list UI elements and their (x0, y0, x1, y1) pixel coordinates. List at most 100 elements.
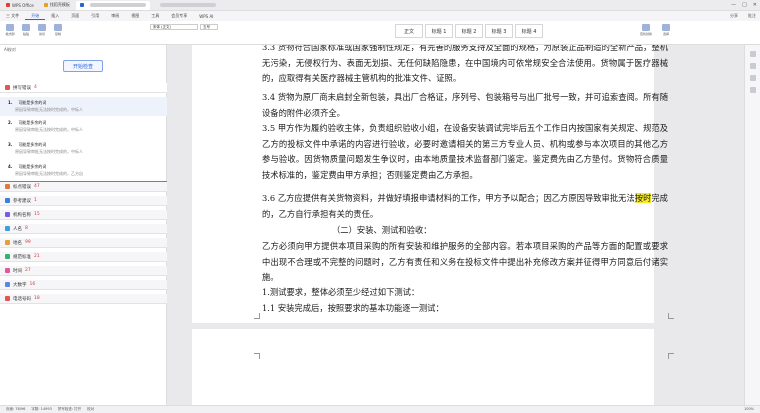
paragraph[interactable]: 1.1 安装完成后，按照要求的基本功能逐一测试： (262, 301, 668, 317)
paragraph[interactable]: 乙方必须向甲方提供本项目采购的所有安装和维护服务的全部内容。若本项目采购的产品等… (262, 239, 668, 286)
paste-button[interactable]: 粘贴 (20, 24, 32, 36)
right-toolbar (744, 45, 760, 405)
page-margin-mark (668, 313, 674, 319)
style-normal[interactable]: 正文 (395, 24, 423, 38)
select-icon (662, 24, 670, 31)
menu-wps-ai[interactable]: WPS AI (193, 14, 219, 19)
category-suggestion[interactable]: 参考建议 1 (0, 196, 167, 206)
close-icon[interactable]: ✕ (753, 2, 757, 8)
spell-check-status[interactable]: 拼写检查: 打开 (58, 407, 81, 412)
menu-home[interactable]: 开始 (25, 13, 46, 20)
proofreading-panel: AI校对 开始检查 拼写错误 4 1. 可能是多余的词 原因导致审批无法按时完成的… (0, 45, 167, 405)
style-heading-1[interactable]: 标题 1 (425, 24, 453, 38)
format-painter-button[interactable]: 格式刷 (4, 24, 16, 36)
menu-file[interactable]: 三 文件 (0, 13, 25, 19)
tab-document-2[interactable] (152, 1, 220, 10)
page-indicator[interactable]: 页面: 78/96 (6, 407, 25, 412)
person-icon (5, 226, 10, 231)
wps-logo-icon (6, 3, 10, 7)
list-item[interactable]: 1. 可能是多余的词 原因导致审批无法按时完成的，中标人 (0, 97, 167, 116)
menu-insert[interactable]: 插入 (45, 13, 65, 19)
document-title-redacted (89, 3, 146, 7)
window-controls: — □ ✕ (731, 2, 757, 8)
tab-wps-office[interactable]: WPS Office (2, 1, 38, 10)
comment-button[interactable]: 批注 (748, 13, 756, 19)
organization-icon (5, 212, 10, 217)
paragraph[interactable]: 3.3 货物符合国家标准或国家强制性规定，有完善的服务支持及全面的规格，为原装正… (262, 45, 668, 87)
menu-tools[interactable]: 工具 (145, 13, 165, 19)
select-button[interactable]: 选择 (660, 24, 672, 36)
copy-button[interactable]: 复制 (52, 24, 64, 36)
cut-button[interactable]: 剪切 (36, 24, 48, 36)
section-heading[interactable]: （二）安装、测试和验收： (332, 223, 738, 239)
paste-icon (22, 24, 30, 31)
location-icon (5, 240, 10, 245)
menu-reference[interactable]: 引用 (85, 13, 105, 19)
panel-title: AI校对 (4, 47, 16, 52)
menu-page[interactable]: 页面 (65, 13, 85, 19)
document-page[interactable]: 3.3 货物符合国家标准或国家强制性规定，有完善的服务支持及全面的规格，为原装正… (192, 45, 674, 323)
paragraph[interactable]: 3.4 货物为原厂商未启封全新包装，具出厂合格证，序列号、包装箱号与出厂批号一致… (262, 90, 668, 121)
style-heading-4[interactable]: 标题 4 (515, 24, 543, 38)
document-canvas[interactable]: 3.3 货物符合国家标准或国家强制性规定，有完善的服务支持及全面的规格，为原装正… (168, 45, 760, 405)
clock-icon (5, 268, 10, 273)
settings-icon[interactable] (749, 87, 756, 93)
proofread-status[interactable]: 校对 (87, 407, 94, 412)
comment-icon[interactable] (749, 51, 756, 57)
paragraph[interactable]: 1.测试要求，整体必须至少经过如下测试： (262, 285, 668, 301)
find-replace-button[interactable]: 查找替换 (640, 24, 652, 36)
paragraph[interactable]: 3.6 乙方应提供有关货物资料，并做好填报申请材料的工作，甲方予以配合；因乙方原… (262, 191, 668, 222)
page-margin-mark (254, 353, 260, 359)
category-organization[interactable]: 机构名称 15 (0, 210, 167, 220)
tab-document[interactable] (75, 0, 150, 10)
category-punctuation[interactable]: 标点错误 47 (0, 182, 167, 192)
phone-icon (5, 296, 10, 301)
cut-icon (38, 24, 46, 31)
page-margin-mark (254, 313, 260, 319)
font-size-select[interactable]: 五号 (200, 24, 218, 30)
menu-view[interactable]: 视图 (125, 13, 145, 19)
suggestion-icon (5, 198, 10, 203)
page-margin-mark (668, 353, 674, 359)
minimize-icon[interactable]: — (731, 2, 736, 8)
share-button[interactable]: 分享 (730, 13, 738, 19)
paragraph[interactable]: 3.5 甲方作为履约验收主体，负责组织验收小组，在设备安装调试完毕后五个工作日内… (262, 121, 668, 183)
category-phone[interactable]: 电话号码 18 (0, 294, 167, 304)
ribbon-toolbar: 格式刷 粘贴 剪切 复制 宋体 (正文) 五号 正文 标题 1 标题 2 标题 … (0, 21, 760, 45)
menu-bar: 三 文件 开始 插入 页面 引用 审阅 视图 工具 会员专享 WPS AI 分享… (0, 11, 760, 21)
category-person[interactable]: 人名 8 (0, 224, 167, 234)
doc-icon (79, 3, 84, 7)
category-time[interactable]: 时间 27 (0, 266, 167, 276)
category-large-number[interactable]: 大数字 16 (0, 280, 167, 290)
search-icon (642, 24, 650, 31)
list-item[interactable]: 3. 可能是多余的词 原因导致审批无法按时完成的，中标人 (0, 139, 167, 158)
punctuation-icon (5, 184, 10, 189)
tab-templates[interactable]: 找稻壳模板 (40, 1, 74, 10)
highlighted-error[interactable]: 按时 (634, 193, 652, 203)
font-name-select[interactable]: 宋体 (正文) (150, 24, 198, 30)
standard-icon (5, 254, 10, 259)
menu-member[interactable]: 会员专享 (165, 13, 193, 19)
list-item[interactable]: 2. 可能是多余的词 原因导致审批无法按时完成的，中标人 (0, 117, 167, 136)
template-icon (43, 3, 48, 7)
document-title-redacted (159, 3, 216, 7)
start-check-button[interactable]: 开始检查 (63, 60, 103, 72)
category-standard[interactable]: 规范标准 21 (0, 252, 167, 262)
zoom-level[interactable]: 100% (744, 407, 754, 411)
number-icon (5, 282, 10, 287)
history-icon[interactable] (749, 75, 756, 81)
style-heading-3[interactable]: 标题 3 (485, 24, 513, 38)
category-place[interactable]: 地名 99 (0, 238, 167, 248)
title-bar: WPS Office 找稻壳模板 — □ ✕ (0, 0, 760, 11)
maximize-icon[interactable]: □ (742, 2, 747, 8)
word-count[interactable]: 字数: 14993 (31, 407, 51, 412)
category-spelling[interactable]: 拼写错误 4 (0, 83, 167, 93)
list-item[interactable]: 4. 可能是多余的词 原因导致审批无法按时完成的，乙方自 (0, 161, 167, 180)
layout-icon[interactable] (749, 63, 756, 69)
menu-review[interactable]: 审阅 (105, 13, 125, 19)
document-page[interactable] (192, 329, 674, 405)
status-bar: 页面: 78/96 字数: 14993 拼写检查: 打开 校对 100% (0, 405, 760, 413)
copy-icon (54, 24, 62, 31)
style-heading-2[interactable]: 标题 2 (455, 24, 483, 38)
format-painter-icon (6, 24, 14, 31)
